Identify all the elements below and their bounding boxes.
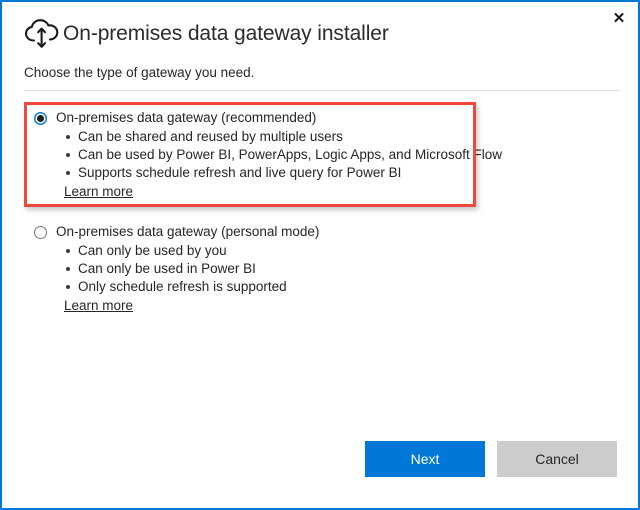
close-icon: ✕ <box>612 9 626 27</box>
option-recommended[interactable]: On-premises data gateway (recommended) C… <box>24 102 620 210</box>
list-item: Can only be used in Power BI <box>64 260 610 278</box>
option-recommended-label: On-premises data gateway (recommended) <box>56 110 317 125</box>
option-personal[interactable]: On-premises data gateway (personal mode)… <box>24 216 620 324</box>
learn-more-link-recommended[interactable]: Learn more <box>64 184 133 199</box>
cloud-sync-icon <box>24 19 59 48</box>
dialog-header: On-premises data gateway installer <box>22 14 389 54</box>
gateway-options-group: On-premises data gateway (recommended) C… <box>24 102 620 324</box>
option-personal-header[interactable]: On-premises data gateway (personal mode) <box>34 224 610 239</box>
list-item: Can only be used by you <box>64 242 610 260</box>
list-item: Supports schedule refresh and live query… <box>64 164 610 182</box>
next-button[interactable]: Next <box>365 441 485 477</box>
installer-window: ✕ On-premises data gateway installer Cho… <box>0 0 640 510</box>
option-personal-bullets: Can only be used by you Can only be used… <box>34 242 610 296</box>
page-title: On-premises data gateway installer <box>63 22 389 45</box>
option-recommended-bullets: Can be shared and reused by multiple use… <box>34 128 610 182</box>
close-button[interactable]: ✕ <box>608 7 630 29</box>
option-personal-label: On-premises data gateway (personal mode) <box>56 224 320 239</box>
learn-more-link-personal[interactable]: Learn more <box>64 298 133 313</box>
radio-personal[interactable] <box>34 226 47 239</box>
list-item: Can be shared and reused by multiple use… <box>64 128 610 146</box>
option-recommended-header[interactable]: On-premises data gateway (recommended) <box>34 110 610 125</box>
cancel-button[interactable]: Cancel <box>497 441 617 477</box>
subtitle-text: Choose the type of gateway you need. <box>24 65 255 80</box>
header-divider <box>24 90 620 91</box>
radio-recommended[interactable] <box>34 112 47 125</box>
list-item: Can be used by Power BI, PowerApps, Logi… <box>64 146 610 164</box>
footer-button-bar: Next Cancel <box>2 441 638 477</box>
list-item: Only schedule refresh is supported <box>64 278 610 296</box>
